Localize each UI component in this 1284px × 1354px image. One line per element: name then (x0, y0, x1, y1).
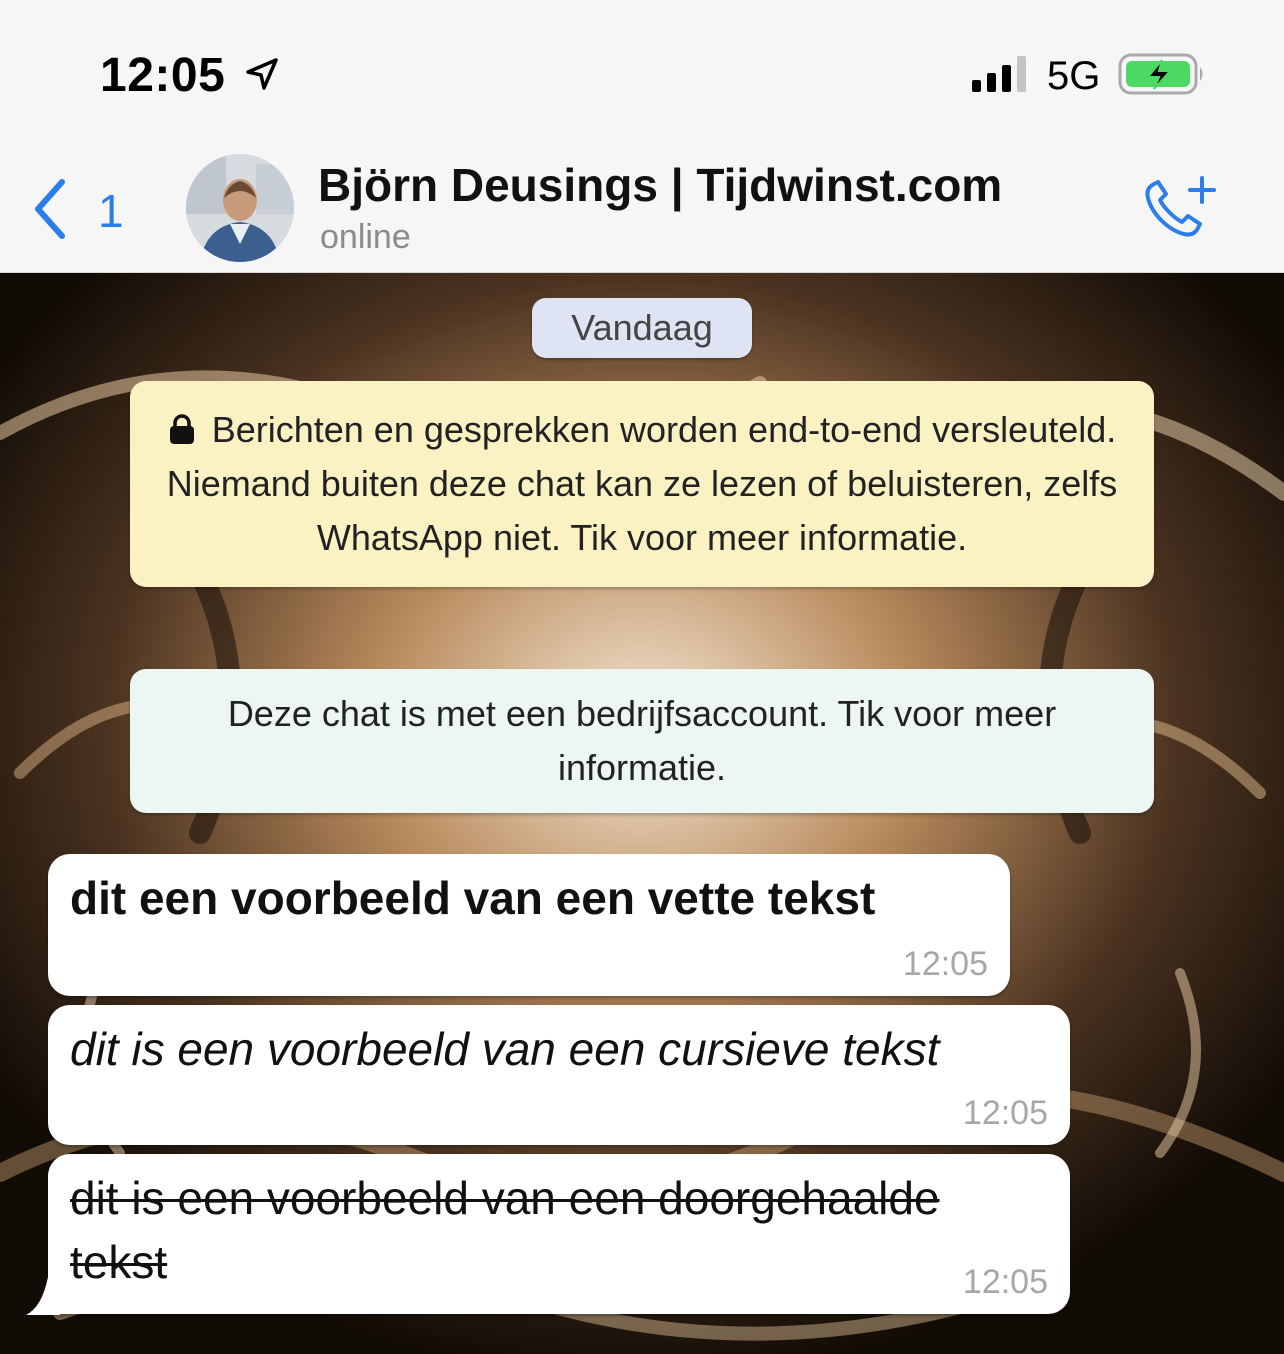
avatar[interactable] (186, 154, 294, 262)
date-divider: Vandaag (532, 298, 752, 358)
bubble-tail (26, 1277, 60, 1315)
business-account-notice[interactable]: Deze chat is met een bedrijfsaccount. Ti… (130, 669, 1154, 813)
message-time: 12:05 (962, 1263, 1048, 1301)
message-text: dit een voorbeeld van een vette tekst (70, 872, 876, 924)
message-time: 12:05 (962, 1094, 1048, 1132)
status-bar: 12:05 5G (0, 0, 1284, 140)
battery-charging-icon (1118, 53, 1203, 95)
chat-header: 1 Björn Deusings | Tijdwinst.com online (0, 140, 1284, 273)
message-text: dit is een voorbeeld van een doorgehaald… (70, 1172, 940, 1288)
message-text: dit is een voorbeeld van een cursieve te… (70, 1023, 940, 1075)
contact-name[interactable]: Björn Deusings | Tijdwinst.com (318, 158, 1002, 212)
encryption-notice[interactable]: Berichten en gesprekken worden end-to-en… (130, 381, 1154, 587)
contact-status: online (320, 218, 411, 256)
chat-area[interactable]: Vandaag Berichten en gesprekken worden e… (0, 273, 1284, 1354)
signal-bars-icon (972, 56, 1026, 92)
location-arrow-icon (246, 58, 278, 90)
message-bubble-bold[interactable]: dit een voorbeeld van een vette tekst 12… (48, 854, 1010, 996)
lock-icon (169, 414, 194, 444)
encryption-notice-text: Berichten en gesprekken worden end-to-en… (166, 409, 1118, 558)
message-bubble-strikethrough[interactable]: dit is een voorbeeld van een doorgehaald… (48, 1154, 1070, 1314)
business-notice-text: Deze chat is met een bedrijfsaccount. Ti… (227, 693, 1057, 788)
chevron-left-icon (35, 179, 65, 239)
message-bubble-italic[interactable]: dit is een voorbeeld van een cursieve te… (48, 1005, 1070, 1145)
contact-photo (186, 154, 294, 262)
back-button[interactable] (30, 174, 100, 244)
status-time: 12:05 (100, 49, 226, 102)
add-call-icon[interactable] (1140, 172, 1220, 242)
network-type: 5G (1047, 54, 1101, 98)
message-time: 12:05 (902, 945, 988, 983)
unread-count[interactable]: 1 (98, 184, 124, 238)
